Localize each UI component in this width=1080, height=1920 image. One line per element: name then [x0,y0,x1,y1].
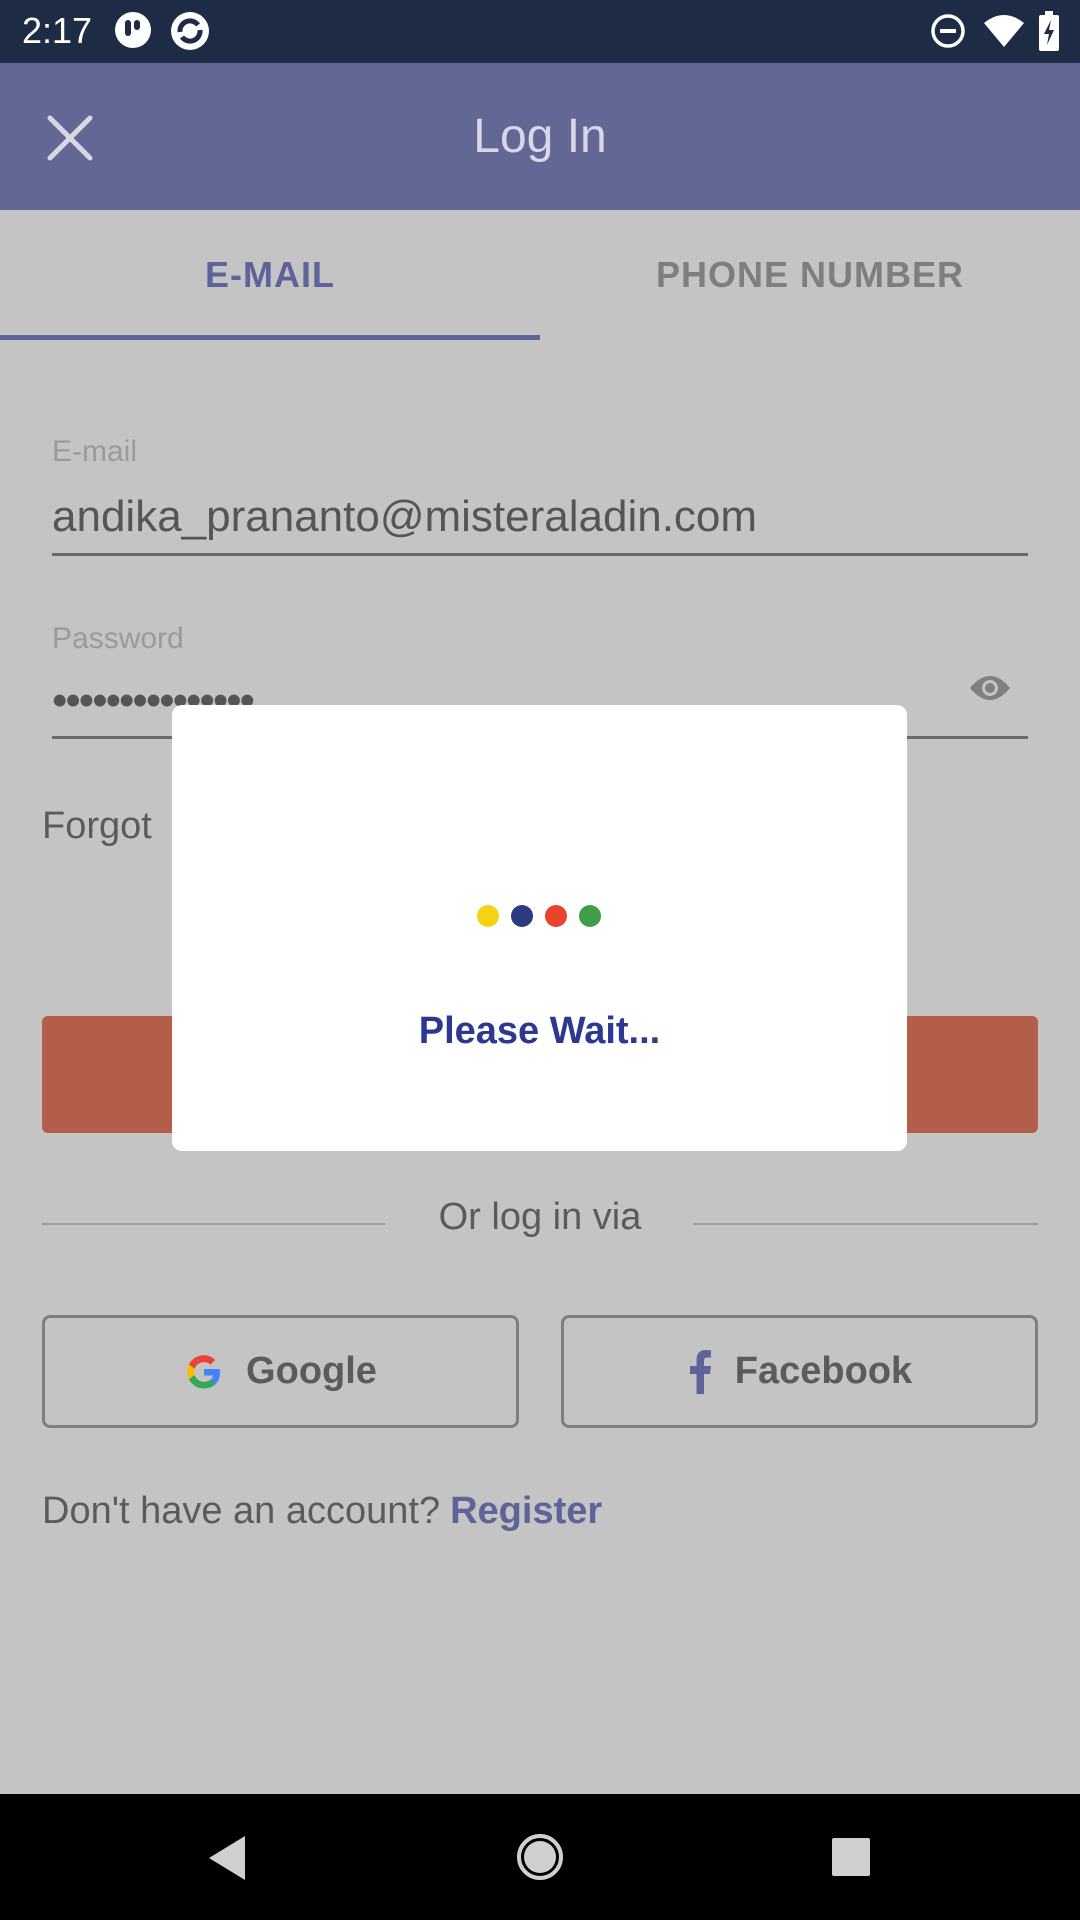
battery-charging-icon [1038,11,1060,51]
signup-row: Don't have an account? Register [42,1490,602,1533]
page-title: Log In [473,110,607,163]
wifi-icon [982,13,1026,49]
tab-phone-number[interactable]: PHONE NUMBER [540,210,1080,340]
signup-prompt: Don't have an account? [42,1490,441,1532]
divider-left [42,1223,385,1225]
forgot-password-link[interactable]: Forgot [42,805,152,848]
tab-email[interactable]: E-MAIL [0,210,540,340]
please-wait-text: Please Wait... [418,1010,661,1052]
home-icon[interactable] [515,1832,565,1882]
status-time: 2:17 [22,10,93,51]
facebook-login-button[interactable]: Facebook [561,1315,1038,1428]
recents-icon[interactable] [831,1837,871,1877]
facebook-label: Facebook [734,1350,913,1392]
sync-app-icon [169,10,211,52]
status-bar: 2:17 [0,0,1080,63]
register-link[interactable]: Register [450,1490,602,1532]
close-icon[interactable] [40,108,100,168]
google-login-button[interactable]: Google [42,1315,519,1428]
google-icon [184,1352,224,1392]
loading-dialog [172,705,907,1151]
app-bar: Log In [0,63,1080,210]
navigation-bar [0,1794,1080,1920]
loading-dot-green [579,905,601,927]
or-login-via-text: Or log in via [438,1196,642,1238]
email-field[interactable]: andika_prananto@misteraladin.com [52,492,757,542]
email-label: E-mail [52,435,138,468]
divider-right [693,1223,1038,1225]
visibility-eye-icon[interactable] [968,672,1012,704]
facebook-icon [687,1349,713,1394]
email-underline [52,553,1028,556]
loading-dot-red [545,905,567,927]
tab-indicator [0,335,540,340]
notification-app-icon [113,10,153,50]
password-label: Password [52,622,184,655]
loading-dot-yellow [477,905,499,927]
google-label: Google [246,1350,377,1392]
back-icon[interactable] [205,1834,249,1882]
loading-dot-blue [511,905,533,927]
do-not-disturb-icon [930,13,966,49]
